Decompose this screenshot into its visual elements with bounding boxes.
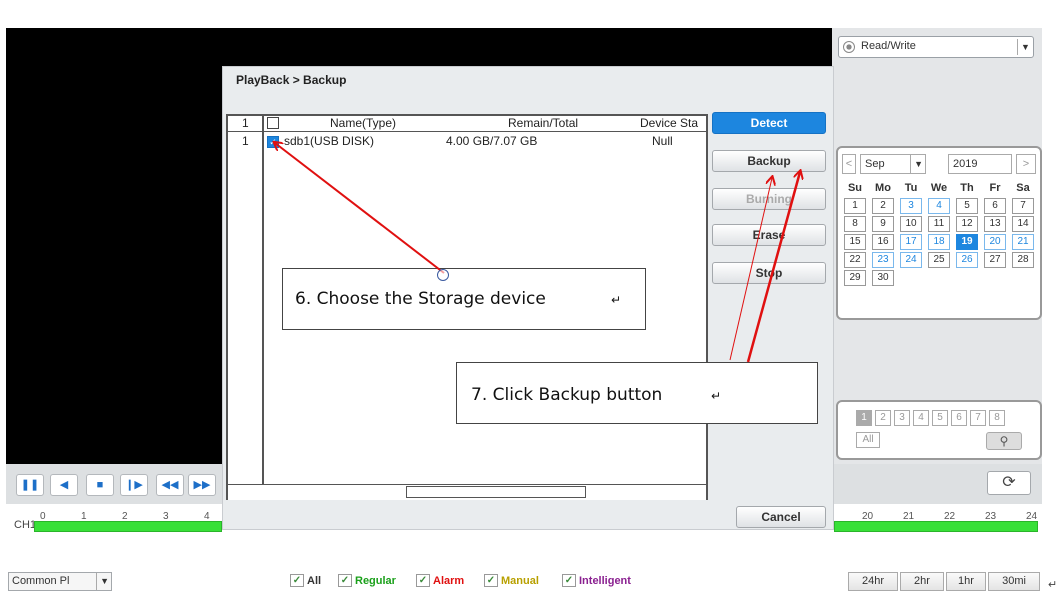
arrow-to-backup-thin xyxy=(729,178,772,361)
arrow-to-backup xyxy=(746,172,800,363)
annotation-arrows xyxy=(0,0,1060,363)
arrow-to-device xyxy=(275,143,445,274)
mouse-cursor xyxy=(437,269,449,281)
